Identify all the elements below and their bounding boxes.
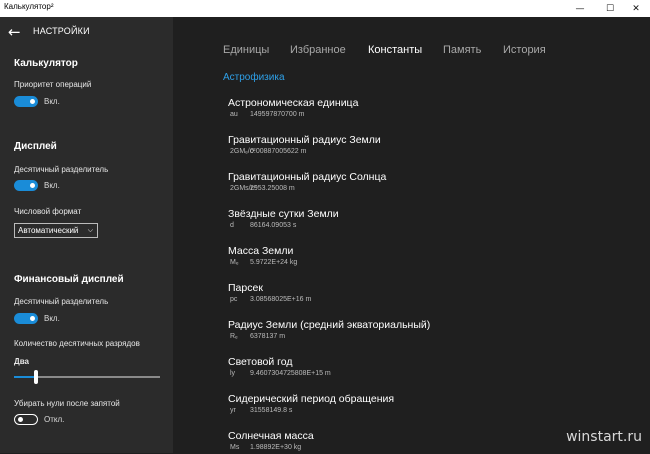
tab-constants[interactable]: Константы <box>368 44 422 56</box>
constant-name: Парсек <box>228 282 263 294</box>
constant-symbol: Ms <box>230 444 240 451</box>
remove-zeros-toggle[interactable] <box>14 414 38 425</box>
priority-label: Приоритет операций <box>14 80 92 89</box>
number-format-select[interactable]: Автоматический ⌵ <box>14 223 98 238</box>
display-decimal-toggle[interactable] <box>14 180 38 191</box>
constant-symbol: d <box>230 222 234 229</box>
chevron-down-icon: ⌵ <box>87 227 93 234</box>
decimal-places-value: Два <box>14 357 29 366</box>
constant-symbol: ly <box>230 370 236 377</box>
tab-favorites[interactable]: Избранное <box>290 44 346 56</box>
constant-value: 149597870700 m <box>250 111 305 118</box>
tab-memory[interactable]: Память <box>443 44 481 56</box>
constant-value: 86164.09053 s <box>250 222 297 229</box>
constant-name: Сидерический период обращения <box>228 393 395 405</box>
tab-units[interactable]: Единицы <box>223 44 269 56</box>
constant-symbol: Mₑ <box>230 259 239 266</box>
main-panel: Единицы Избранное Константы Память Истор… <box>173 17 650 453</box>
constant-symbol: au <box>230 111 238 118</box>
constant-item[interactable]: Световой год ly 9.4607304725808E+15 m <box>228 356 618 380</box>
calculator-heading: Калькулятор <box>14 58 78 69</box>
app-title: Калькулятор² <box>4 2 54 11</box>
constant-item[interactable]: Астрономическая единица au 149597870700 m <box>228 97 618 121</box>
constant-value: 9.4607304725808E+15 m <box>250 370 331 377</box>
constant-value: 3.08568025E+16 m <box>250 296 312 303</box>
display-heading: Дисплей <box>14 141 57 152</box>
priority-state: Вкл. <box>44 97 60 106</box>
constant-name: Астрономическая единица <box>228 97 359 109</box>
constant-name: Звёздные сутки Земли <box>228 208 339 220</box>
priority-toggle[interactable] <box>14 96 38 107</box>
constant-value: 31558149.8 s <box>250 407 293 414</box>
constant-value: 0.00887005622 m <box>250 148 307 155</box>
constant-symbol: yr <box>230 407 236 414</box>
slider-thumb[interactable] <box>33 370 38 384</box>
constant-value: 1.98892E+30 kg <box>250 444 302 451</box>
constant-name: Масса Земли <box>228 245 294 257</box>
constant-name: Гравитационный радиус Солнца <box>228 171 387 183</box>
title-bar: Калькулятор² — ☐ ✕ <box>0 0 650 17</box>
minimize-icon[interactable]: — <box>566 0 594 17</box>
display-decimal-state: Вкл. <box>44 181 60 190</box>
constant-name: Солнечная масса <box>228 430 314 442</box>
constant-value: 5.9722E+24 kg <box>250 259 298 266</box>
constant-item[interactable]: Парсек pc 3.08568025E+16 m <box>228 282 618 306</box>
decimal-places-slider[interactable] <box>14 370 160 384</box>
number-format-value: Автоматический <box>18 226 79 235</box>
constant-value: 6378137 m <box>250 333 286 340</box>
constant-item[interactable]: Масса Земли Mₑ 5.9722E+24 kg <box>228 245 618 269</box>
finance-decimal-state: Вкл. <box>44 314 60 323</box>
number-format-label: Числовой формат <box>14 207 82 216</box>
back-arrow-icon[interactable]: ← <box>8 23 21 41</box>
settings-sidebar: ← НАСТРОЙКИ Калькулятор Приоритет операц… <box>0 17 173 453</box>
slider-fill <box>14 376 36 378</box>
constant-name: Световой год <box>228 356 293 368</box>
constant-symbol: pc <box>230 296 238 303</box>
constant-name: Гравитационный радиус Земли <box>228 134 381 146</box>
constant-item[interactable]: Сидерический период обращения yr 31558149… <box>228 393 618 417</box>
decimal-places-label: Количество десятичных разрядов <box>14 339 140 348</box>
constant-item[interactable]: Радиус Земли (средний экваториальный) Rₑ… <box>228 319 618 343</box>
remove-zeros-state: Откл. <box>44 415 65 424</box>
tab-history[interactable]: История <box>503 44 546 56</box>
finance-decimal-toggle[interactable] <box>14 313 38 324</box>
display-decimal-label: Десятичный разделитель <box>14 165 109 174</box>
settings-title: НАСТРОЙКИ <box>33 26 90 36</box>
finance-decimal-label: Десятичный разделитель <box>14 297 109 306</box>
watermark: winstart.ru <box>566 429 642 445</box>
constant-symbol: Rₑ <box>230 333 238 340</box>
finance-heading: Финансовый дисплей <box>14 274 124 285</box>
section-title: Астрофизика <box>223 72 285 83</box>
constant-name: Радиус Земли (средний экваториальный) <box>228 319 431 331</box>
constant-item[interactable]: Гравитационный радиус Земли 2GMₑ/c² 0.008… <box>228 134 618 158</box>
constant-item[interactable]: Солнечная масса Ms 1.98892E+30 kg <box>228 430 618 454</box>
constant-item[interactable]: Гравитационный радиус Солнца 2GMs/c² 2953… <box>228 171 618 195</box>
constant-value: 2953.25008 m <box>250 185 295 192</box>
maximize-icon[interactable]: ☐ <box>596 0 624 17</box>
constant-item[interactable]: Звёздные сутки Земли d 86164.09053 s <box>228 208 618 232</box>
remove-zeros-label: Убирать нули после запятой <box>14 399 120 408</box>
close-icon[interactable]: ✕ <box>622 0 650 17</box>
